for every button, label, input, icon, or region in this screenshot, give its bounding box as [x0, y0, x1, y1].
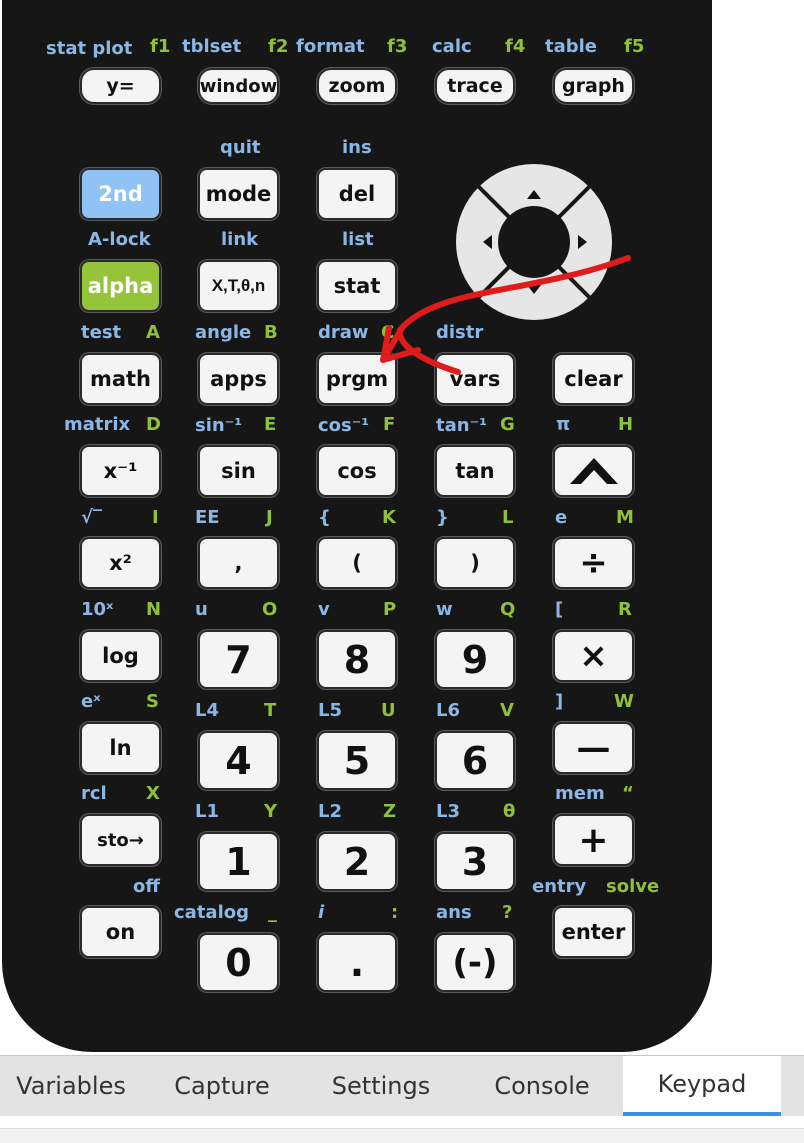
tab-variables[interactable]: Variables [0, 1056, 142, 1116]
tab-settings[interactable]: Settings [302, 1056, 460, 1116]
tab-keypad[interactable]: Keypad [623, 1056, 781, 1116]
annotation-arrow-icon [380, 255, 631, 375]
tab-console[interactable]: Console [463, 1056, 621, 1116]
tab-bar: Variables Capture Settings Console Keypa… [0, 1055, 804, 1116]
tab-capture[interactable]: Capture [146, 1056, 298, 1116]
bottom-bar [0, 1128, 804, 1143]
